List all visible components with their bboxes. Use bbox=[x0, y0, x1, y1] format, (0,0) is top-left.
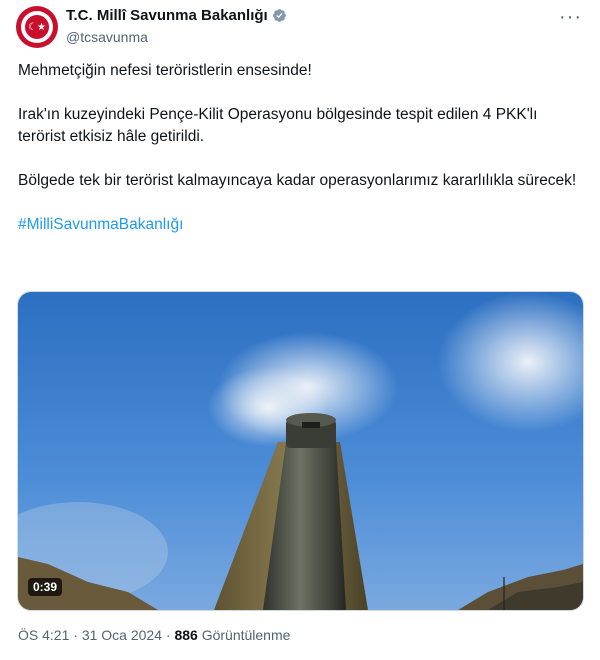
verified-badge-icon bbox=[272, 9, 286, 22]
video-thumbnail bbox=[18, 292, 583, 610]
tweet-date[interactable]: 31 Oca 2024 bbox=[82, 627, 162, 643]
video-player[interactable]: 0:39 bbox=[17, 291, 584, 611]
video-duration-badge: 0:39 bbox=[28, 578, 63, 596]
tweet-body: Mehmetçiğin nefesi teröristlerin ensesin… bbox=[18, 60, 582, 236]
tweet-time[interactable]: ÖS 4:21 bbox=[18, 627, 69, 643]
tweet-line-1: Mehmetçiğin nefesi teröristlerin ensesin… bbox=[18, 62, 312, 79]
meta-separator-2: · bbox=[165, 627, 171, 643]
name-row: T.C. Millî Savunma Bakanlığı bbox=[66, 7, 287, 24]
tweet-line-2: Irak'ın kuzeyindeki Pençe-Kilit Operasyo… bbox=[18, 106, 538, 145]
tweet-meta: ÖS 4:21 · 31 Oca 2024 · 886 Görüntülenme bbox=[18, 627, 290, 643]
hashtag-link[interactable]: #MilliSavunmaBakanlığı bbox=[18, 214, 582, 236]
more-options-icon[interactable]: ··· bbox=[559, 6, 582, 29]
tweet-line-3: Bölgede tek bir terörist kalmayıncaya ka… bbox=[18, 172, 577, 189]
account-avatar[interactable]: ☾★ bbox=[16, 6, 58, 48]
account-handle[interactable]: @tcsavunma bbox=[66, 29, 148, 45]
tweet-header: ☾★ T.C. Millî Savunma Bakanlığı @tcsavun… bbox=[0, 0, 600, 56]
meta-separator: · bbox=[73, 627, 78, 643]
ministry-emblem-icon: ☾★ bbox=[21, 11, 53, 43]
display-name[interactable]: T.C. Millî Savunma Bakanlığı bbox=[66, 7, 268, 24]
view-count: 886 bbox=[174, 627, 198, 643]
views-label: Görüntülenme bbox=[201, 627, 291, 643]
